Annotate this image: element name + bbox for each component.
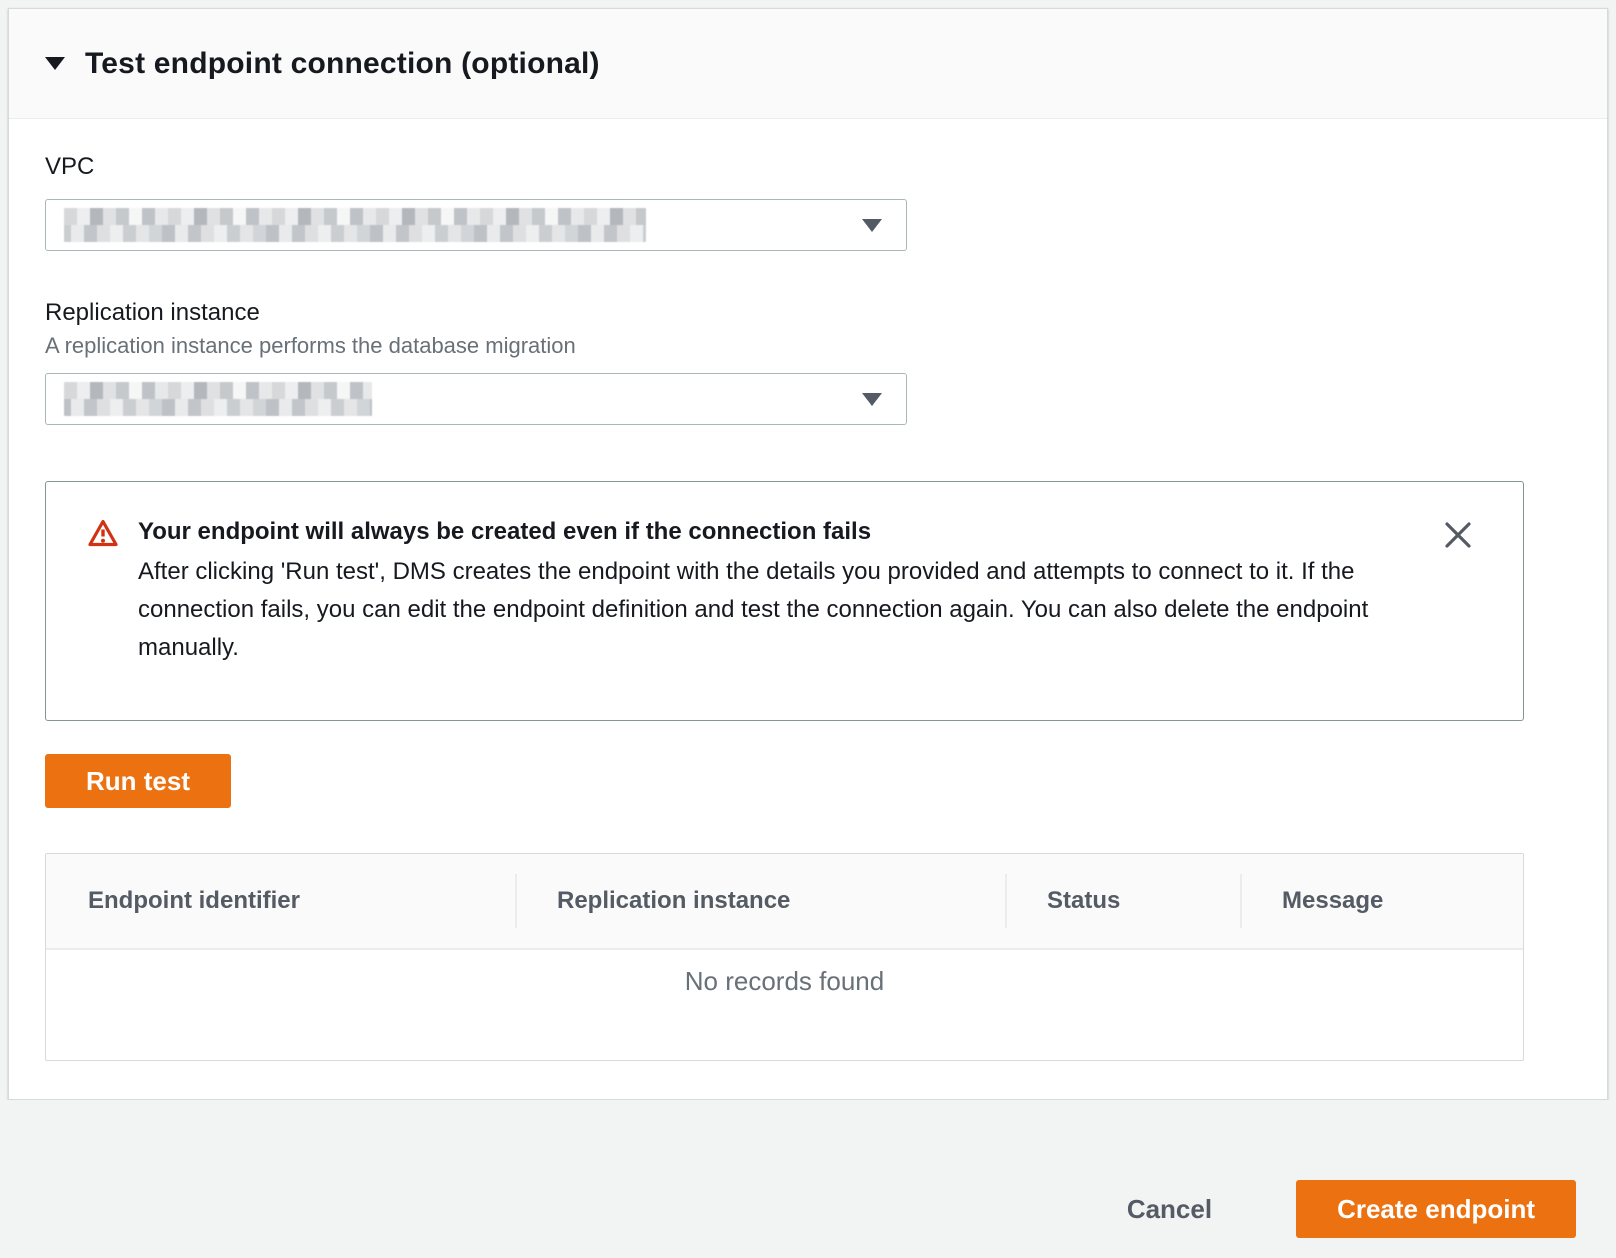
warning-body: After clicking 'Run test', DMS creates t… (138, 553, 1431, 667)
warning-title: Your endpoint will always be created eve… (138, 512, 1431, 552)
vpc-field: VPC (45, 153, 1522, 251)
warning-triangle-icon (87, 518, 119, 720)
cancel-button[interactable]: Cancel (1127, 1194, 1212, 1225)
replication-instance-field: Replication instance A replication insta… (45, 299, 1522, 425)
replication-instance-description: A replication instance performs the data… (45, 333, 1522, 359)
create-endpoint-button[interactable]: Create endpoint (1296, 1180, 1576, 1238)
warning-alert: Your endpoint will always be created eve… (45, 481, 1524, 721)
table-header-row: Endpoint identifier Replication instance… (46, 854, 1523, 950)
replication-instance-label: Replication instance (45, 299, 1522, 327)
column-header-message: Message (1240, 887, 1523, 915)
test-endpoint-connection-panel: Test endpoint connection (optional) VPC … (8, 8, 1608, 1100)
panel-body: VPC Replication instance A replication i… (9, 119, 1607, 1061)
dropdown-caret-icon (862, 219, 882, 232)
collapse-caret-icon (45, 57, 65, 70)
replication-instance-selected-value-redacted (64, 382, 372, 416)
run-test-button[interactable]: Run test (45, 754, 231, 808)
connection-results-table: Endpoint identifier Replication instance… (45, 853, 1524, 1061)
close-icon[interactable] (1443, 520, 1473, 550)
footer-actions: Cancel Create endpoint (1127, 1180, 1576, 1238)
vpc-label: VPC (45, 153, 1522, 181)
dropdown-caret-icon (862, 393, 882, 406)
column-header-status: Status (1005, 887, 1240, 915)
page-footer: Cancel Create endpoint (0, 1100, 1616, 1258)
panel-header[interactable]: Test endpoint connection (optional) (9, 9, 1607, 119)
replication-instance-select[interactable] (45, 373, 907, 425)
vpc-select[interactable] (45, 199, 907, 251)
column-header-replication-instance: Replication instance (515, 887, 1005, 915)
warning-text: Your endpoint will always be created eve… (138, 512, 1431, 720)
panel-title: Test endpoint connection (optional) (85, 47, 600, 81)
vpc-selected-value-redacted (64, 208, 646, 242)
column-header-endpoint-identifier: Endpoint identifier (46, 887, 515, 915)
empty-state-message: No records found (46, 950, 1523, 1060)
